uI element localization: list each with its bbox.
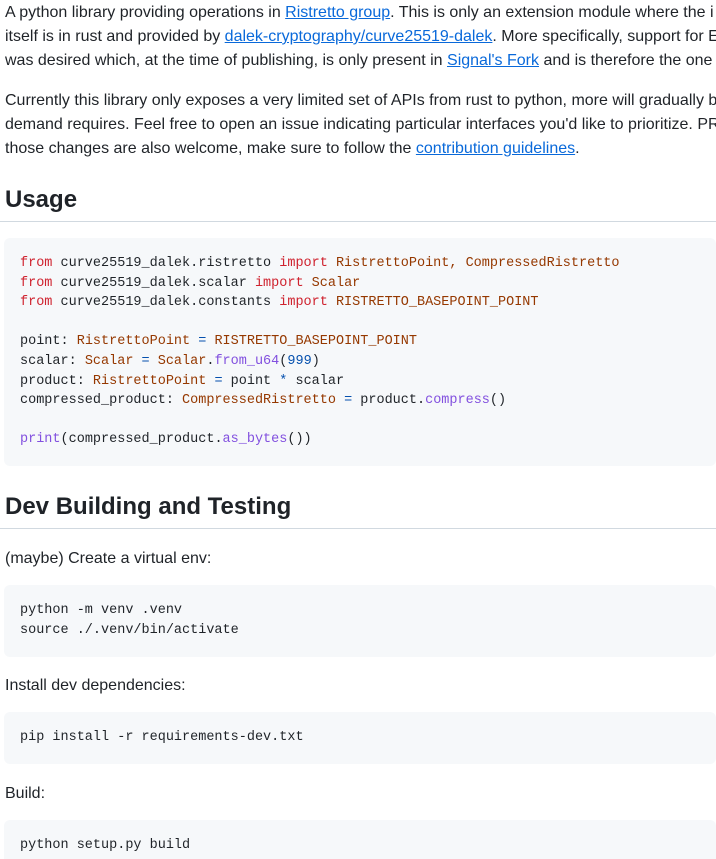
api-paragraph-line-2: demand requires. Feel free to open an is… [5,116,716,133]
dev-building-heading: Dev Building and Testing [5,493,292,520]
intro-paragraph-line-3: was desired which, at the time of publis… [5,52,716,69]
venv-code-block[interactable]: python -m venv .venv source ./.venv/bin/… [4,585,716,657]
api-paragraph-line-3: those changes are also welcome, make sur… [5,140,580,157]
venv-step-text: (maybe) Create a virtual env: [5,550,212,567]
install-code-block[interactable]: pip install -r requirements-dev.txt [4,712,716,764]
build-code-block[interactable]: python setup.py build [4,820,716,859]
install-code: pip install -r requirements-dev.txt [20,730,304,745]
api-paragraph-line-1: Currently this library only exposes a ve… [5,92,716,109]
dalek-repo-link[interactable]: dalek-cryptography/curve25519-dalek [225,28,493,45]
usage-code: from curve25519_dalek.ristretto import R… [20,256,620,448]
build-code: python setup.py build [20,838,191,853]
usage-heading-divider [0,221,716,222]
dev-heading-divider [0,528,716,529]
intro-paragraph-line-2: itself is in rust and provided by dalek-… [5,28,716,45]
contribution-guidelines-link[interactable]: contribution guidelines [416,140,575,157]
usage-code-block[interactable]: from curve25519_dalek.ristretto import R… [4,238,716,466]
usage-heading: Usage [5,186,78,213]
install-deps-step-text: Install dev dependencies: [5,677,186,694]
venv-code: python -m venv .venv source ./.venv/bin/… [20,603,239,638]
signal-fork-link[interactable]: Signal's Fork [447,52,539,69]
ristretto-group-link[interactable]: Ristretto group [285,4,390,21]
intro-paragraph-line-1: A python library providing operations in… [5,4,714,21]
build-step-text: Build: [5,785,46,802]
